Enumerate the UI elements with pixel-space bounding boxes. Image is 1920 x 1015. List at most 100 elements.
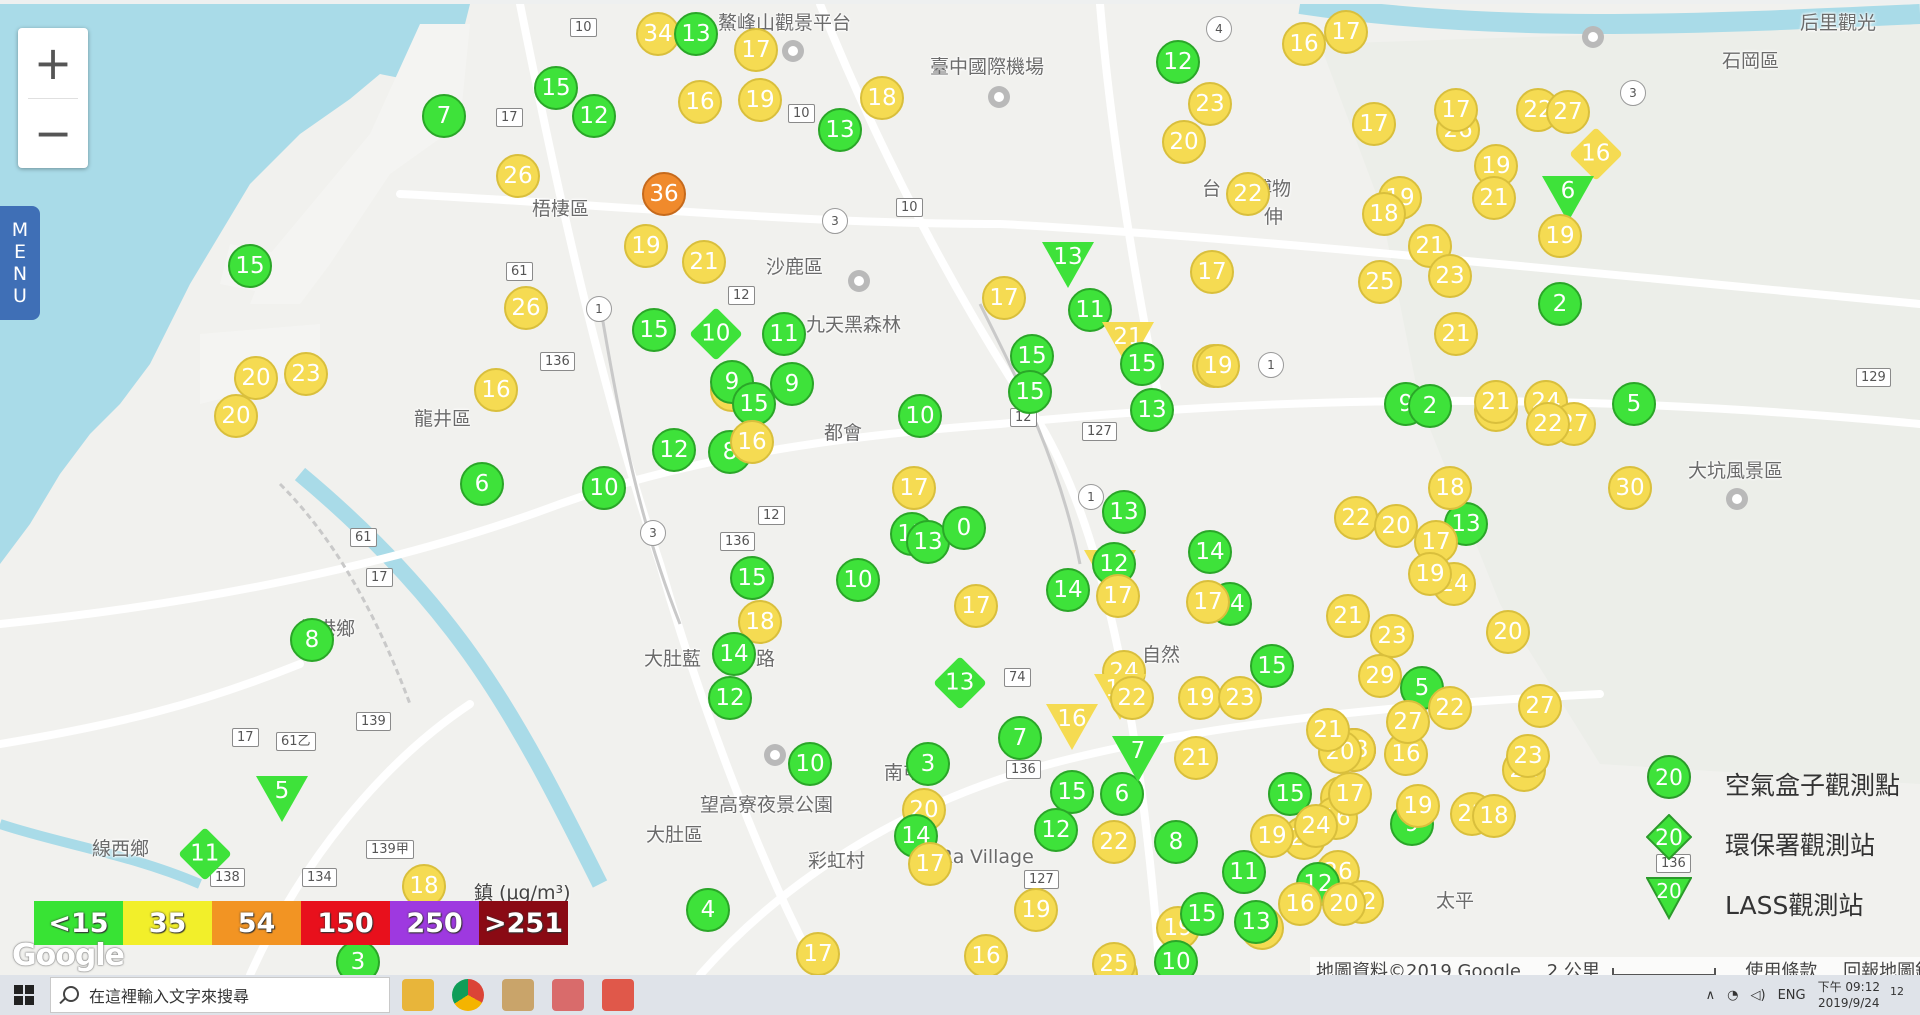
airbox-marker[interactable]: 13 (1130, 388, 1174, 432)
airbox-marker[interactable]: 8 (290, 618, 334, 662)
airbox-marker[interactable]: 19 (1396, 784, 1440, 828)
airbox-marker[interactable]: 30 (1608, 466, 1652, 510)
airbox-marker[interactable]: 22 (1526, 402, 1570, 446)
airbox-marker[interactable]: 19 (1196, 344, 1240, 388)
file-explorer-icon[interactable] (402, 979, 434, 1011)
airbox-marker[interactable]: 15 (1008, 370, 1052, 414)
airbox-marker[interactable]: 22 (1428, 686, 1472, 730)
start-button[interactable] (0, 975, 48, 1015)
airbox-marker[interactable]: 10 (582, 466, 626, 510)
airbox-marker[interactable]: 20 (1162, 120, 1206, 164)
airbox-marker[interactable]: 16 (1282, 22, 1326, 66)
airbox-marker[interactable]: 27 (1518, 684, 1562, 728)
airbox-marker[interactable]: 11 (762, 312, 806, 356)
airbox-marker[interactable]: 26 (496, 154, 540, 198)
airbox-marker[interactable]: 11 (1222, 850, 1266, 894)
airbox-marker[interactable]: 19 (1538, 214, 1582, 258)
airbox-marker[interactable]: 17 (1186, 580, 1230, 624)
airbox-marker[interactable]: 20 (1486, 610, 1530, 654)
airbox-marker[interactable]: 13 (674, 12, 718, 56)
airbox-marker[interactable]: 22 (1334, 496, 1378, 540)
airbox-marker[interactable]: 7 (998, 716, 1042, 760)
airbox-marker[interactable]: 27 (1546, 90, 1590, 134)
airbox-marker[interactable]: 10 (788, 742, 832, 786)
report-error-link[interactable]: 回報地圖錯誤 (1843, 961, 1920, 975)
notification-center[interactable]: 12 (1890, 985, 1914, 1005)
airbox-marker[interactable]: 21 (1474, 380, 1518, 424)
airbox-marker[interactable]: 20 (214, 394, 258, 438)
airbox-marker[interactable]: 26 (504, 286, 548, 330)
airbox-marker[interactable]: 23 (284, 352, 328, 396)
airbox-marker[interactable]: 19 (1014, 888, 1058, 932)
zoom-in-button[interactable]: + (18, 28, 88, 98)
map-canvas[interactable]: 梧棲區 沙鹿區 龍井區 臺中國際機場 都會 大肚區 大肚藍 路 望高寮夜景公園 … (0, 4, 1920, 975)
airbox-marker[interactable]: 17 (1434, 88, 1478, 132)
airbox-marker[interactable]: 12 (652, 428, 696, 472)
airbox-marker[interactable]: 21 (682, 240, 726, 284)
airbox-marker[interactable]: 14 (1046, 568, 1090, 612)
airbox-marker[interactable]: 17 (892, 466, 936, 510)
airbox-marker[interactable]: 17 (1352, 102, 1396, 146)
airbox-marker[interactable]: 13 (1234, 900, 1278, 944)
airbox-marker[interactable]: 10 (898, 394, 942, 438)
airbox-marker[interactable]: 15 (1250, 644, 1294, 688)
airbox-marker[interactable]: 23 (1428, 254, 1472, 298)
airbox-marker[interactable]: 36 (642, 172, 686, 216)
airbox-marker[interactable]: 17 (734, 28, 778, 72)
app-icon[interactable] (602, 979, 634, 1011)
airbox-marker[interactable]: 18 (860, 76, 904, 120)
airbox-marker[interactable]: 21 (1326, 594, 1370, 638)
airbox-marker[interactable]: 17 (1328, 772, 1372, 816)
airbox-marker[interactable]: 19 (738, 78, 782, 122)
airbox-marker[interactable]: 3 (906, 742, 950, 786)
airbox-marker[interactable]: 17 (1324, 10, 1368, 54)
terms-link[interactable]: 使用條款 (1745, 961, 1817, 975)
airbox-marker[interactable]: 15 (228, 244, 272, 288)
taskbar-search[interactable]: 在這裡輸入文字來搜尋 (50, 977, 390, 1013)
airbox-marker[interactable]: 24 (1294, 804, 1338, 848)
airbox-marker[interactable]: 15 (632, 308, 676, 352)
airbox-marker[interactable]: 2 (1538, 282, 1582, 326)
volume-icon[interactable]: ◁) (1751, 988, 1766, 1003)
airbox-marker[interactable]: 10 (836, 558, 880, 602)
airbox-marker[interactable]: 12 (572, 94, 616, 138)
clock[interactable]: 下午 09:12 2019/9/24 (1818, 979, 1880, 1011)
airbox-marker[interactable]: 19 (624, 224, 668, 268)
airbox-marker[interactable]: 15 (1180, 892, 1224, 936)
airbox-marker[interactable]: 25 (1358, 260, 1402, 304)
airbox-marker[interactable]: 20 (1322, 882, 1366, 926)
zoom-out-button[interactable]: − (18, 98, 88, 168)
airbox-marker[interactable]: 17 (954, 584, 998, 628)
menu-tab[interactable]: MENU (0, 206, 40, 320)
airbox-marker[interactable]: 0 (942, 506, 986, 550)
airbox-marker[interactable]: 23 (1370, 614, 1414, 658)
airbox-marker[interactable]: 19 (1178, 676, 1222, 720)
airbox-marker[interactable]: 20 (1374, 504, 1418, 548)
app-icon[interactable] (552, 979, 584, 1011)
airbox-marker[interactable]: 17 (1096, 574, 1140, 618)
airbox-marker[interactable]: 13 (1102, 490, 1146, 534)
airbox-marker[interactable]: 16 (474, 368, 518, 412)
chevron-up-icon[interactable]: ∧ (1706, 988, 1716, 1003)
airbox-marker[interactable]: 17 (982, 276, 1026, 320)
airbox-marker[interactable]: 15 (1120, 342, 1164, 386)
airbox-marker[interactable]: 6 (460, 462, 504, 506)
airbox-marker[interactable]: 4 (686, 888, 730, 932)
airbox-marker[interactable]: 16 (964, 934, 1008, 975)
airbox-marker[interactable]: 18 (1362, 192, 1406, 236)
airbox-marker[interactable]: 15 (730, 556, 774, 600)
airbox-marker[interactable]: 17 (908, 842, 952, 886)
app-icon[interactable] (502, 979, 534, 1011)
network-icon[interactable]: ◔ (1727, 988, 1738, 1003)
airbox-marker[interactable]: 17 (1190, 250, 1234, 294)
airbox-marker[interactable]: 22 (1226, 172, 1270, 216)
airbox-marker[interactable]: 27 (1386, 700, 1430, 744)
airbox-marker[interactable]: 2 (1408, 384, 1452, 428)
airbox-marker[interactable]: 23 (1188, 82, 1232, 126)
airbox-marker[interactable]: 23 (1218, 676, 1262, 720)
airbox-marker[interactable]: 5 (1612, 382, 1656, 426)
airbox-marker[interactable]: 12 (1034, 808, 1078, 852)
airbox-marker[interactable]: 13 (818, 108, 862, 152)
airbox-marker[interactable]: 21 (1306, 708, 1350, 752)
airbox-marker[interactable]: 16 (678, 80, 722, 124)
